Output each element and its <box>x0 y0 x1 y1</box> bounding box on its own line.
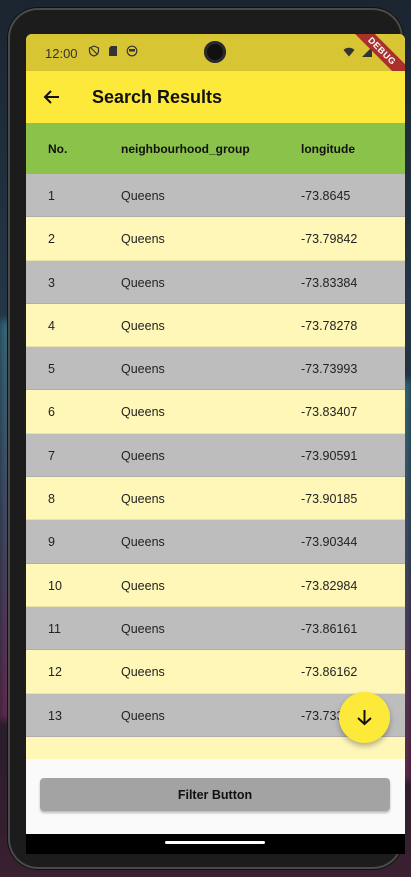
cell-neighbourhood-group: Queens <box>121 189 165 203</box>
app-bar: Search Results <box>26 71 405 123</box>
header-neighbourhood-group: neighbourhood_group <box>121 142 250 156</box>
system-nav-bar <box>26 834 405 854</box>
table-row[interactable]: 6 Queens -73.83407 <box>26 390 405 434</box>
cell-neighbourhood-group: Queens <box>121 275 165 290</box>
cell-longitude: -73.86162 <box>301 665 358 680</box>
cell-number: 8 <box>48 492 55 507</box>
table-row[interactable]: 4 Queens -73.78278 <box>26 303 405 348</box>
cell-neighbourhood-group: Queens <box>121 535 165 550</box>
table-body: 1 Queens -73.8645 2 Queens -73.79842 3 Queens -7… <box>26 174 405 759</box>
cell-longitude: -73.86161 <box>301 621 358 636</box>
cell-neighbourhood-group: Queens <box>121 318 165 333</box>
table-row[interactable]: 12 Queens -73.86162 <box>26 650 405 694</box>
cell-number: 12 <box>48 665 62 680</box>
cell-longitude: -73.83407 <box>301 405 358 420</box>
cell-number: 10 <box>48 578 62 593</box>
table-row[interactable]: 9 Queens -73.90344 <box>26 520 405 564</box>
wifi-icon <box>343 47 355 57</box>
cell-longitude: -73.83384 <box>301 275 358 290</box>
cell-neighbourhood-group: Queens <box>121 448 165 463</box>
table-row[interactable] <box>26 736 405 759</box>
cell-longitude: -73.8645 <box>301 189 351 203</box>
status-time: 12:00 <box>45 46 78 61</box>
table-row[interactable]: 10 Queens -73.82984 <box>26 563 405 607</box>
cell-longitude: -73.90185 <box>301 492 358 507</box>
scroll-down-fab[interactable] <box>339 692 390 743</box>
table-row[interactable]: 3 Queens -73.83384 <box>26 260 405 304</box>
app-screen: 12:00 DEBUG Search Results No. neighbour… <box>26 34 405 854</box>
cell-longitude: -73.73993 <box>301 362 358 377</box>
cell-longitude: -73.90344 <box>301 535 358 550</box>
table-row[interactable]: 8 Queens -73.90185 <box>26 477 405 521</box>
status-icons-left <box>88 45 138 57</box>
table-header: No. neighbourhood_group longitude <box>26 123 405 174</box>
cell-neighbourhood-group: Queens <box>121 708 165 723</box>
table-row[interactable]: 7 Queens -73.90591 <box>26 433 405 478</box>
cell-neighbourhood-group: Queens <box>121 578 165 593</box>
cell-number: 5 <box>48 362 55 377</box>
cell-number: 7 <box>48 448 55 463</box>
header-longitude: longitude <box>301 142 355 156</box>
table-row[interactable]: 11 Queens -73.86161 <box>26 606 405 651</box>
phone-frame: 12:00 DEBUG Search Results No. neighbour… <box>8 8 405 869</box>
cell-neighbourhood-group: Queens <box>121 362 165 377</box>
cell-longitude: -73.78278 <box>301 318 358 333</box>
table-row[interactable]: 5 Queens -73.73993 <box>26 347 405 391</box>
face-icon <box>126 45 138 57</box>
shield-icon <box>88 45 100 57</box>
front-camera <box>204 41 226 63</box>
cell-neighbourhood-group: Queens <box>121 665 165 680</box>
cell-number: 2 <box>48 232 55 247</box>
filter-button[interactable]: Filter Button <box>40 778 390 811</box>
cell-number: 3 <box>48 275 55 290</box>
bottom-bar: Filter Button <box>26 759 405 834</box>
cell-neighbourhood-group: Queens <box>121 492 165 507</box>
sd-card-icon <box>109 46 117 56</box>
header-number: No. <box>48 142 68 156</box>
cell-longitude: -73.733 <box>301 708 344 723</box>
table-row[interactable]: 1 Queens -73.8645 <box>26 174 405 218</box>
cell-neighbourhood-group: Queens <box>121 232 165 247</box>
cell-neighbourhood-group: Queens <box>121 405 165 420</box>
table-row[interactable]: 2 Queens -73.79842 <box>26 217 405 261</box>
cell-number: 4 <box>48 318 55 333</box>
cell-number: 9 <box>48 535 55 550</box>
status-bar: 12:00 DEBUG <box>26 34 405 88</box>
cell-longitude: -73.79842 <box>301 232 358 247</box>
arrow-left-icon[interactable] <box>42 87 62 107</box>
cell-number: 6 <box>48 405 55 420</box>
page-title: Search Results <box>92 87 223 107</box>
cell-number: 1 <box>48 189 55 203</box>
home-indicator[interactable] <box>165 841 265 844</box>
arrow-down-icon <box>357 710 372 726</box>
cell-longitude: -73.90591 <box>301 448 358 463</box>
cell-number: 13 <box>48 708 62 723</box>
cell-number: 11 <box>48 621 61 636</box>
cell-longitude: -73.82984 <box>301 578 358 593</box>
cell-neighbourhood-group: Queens <box>121 621 165 636</box>
